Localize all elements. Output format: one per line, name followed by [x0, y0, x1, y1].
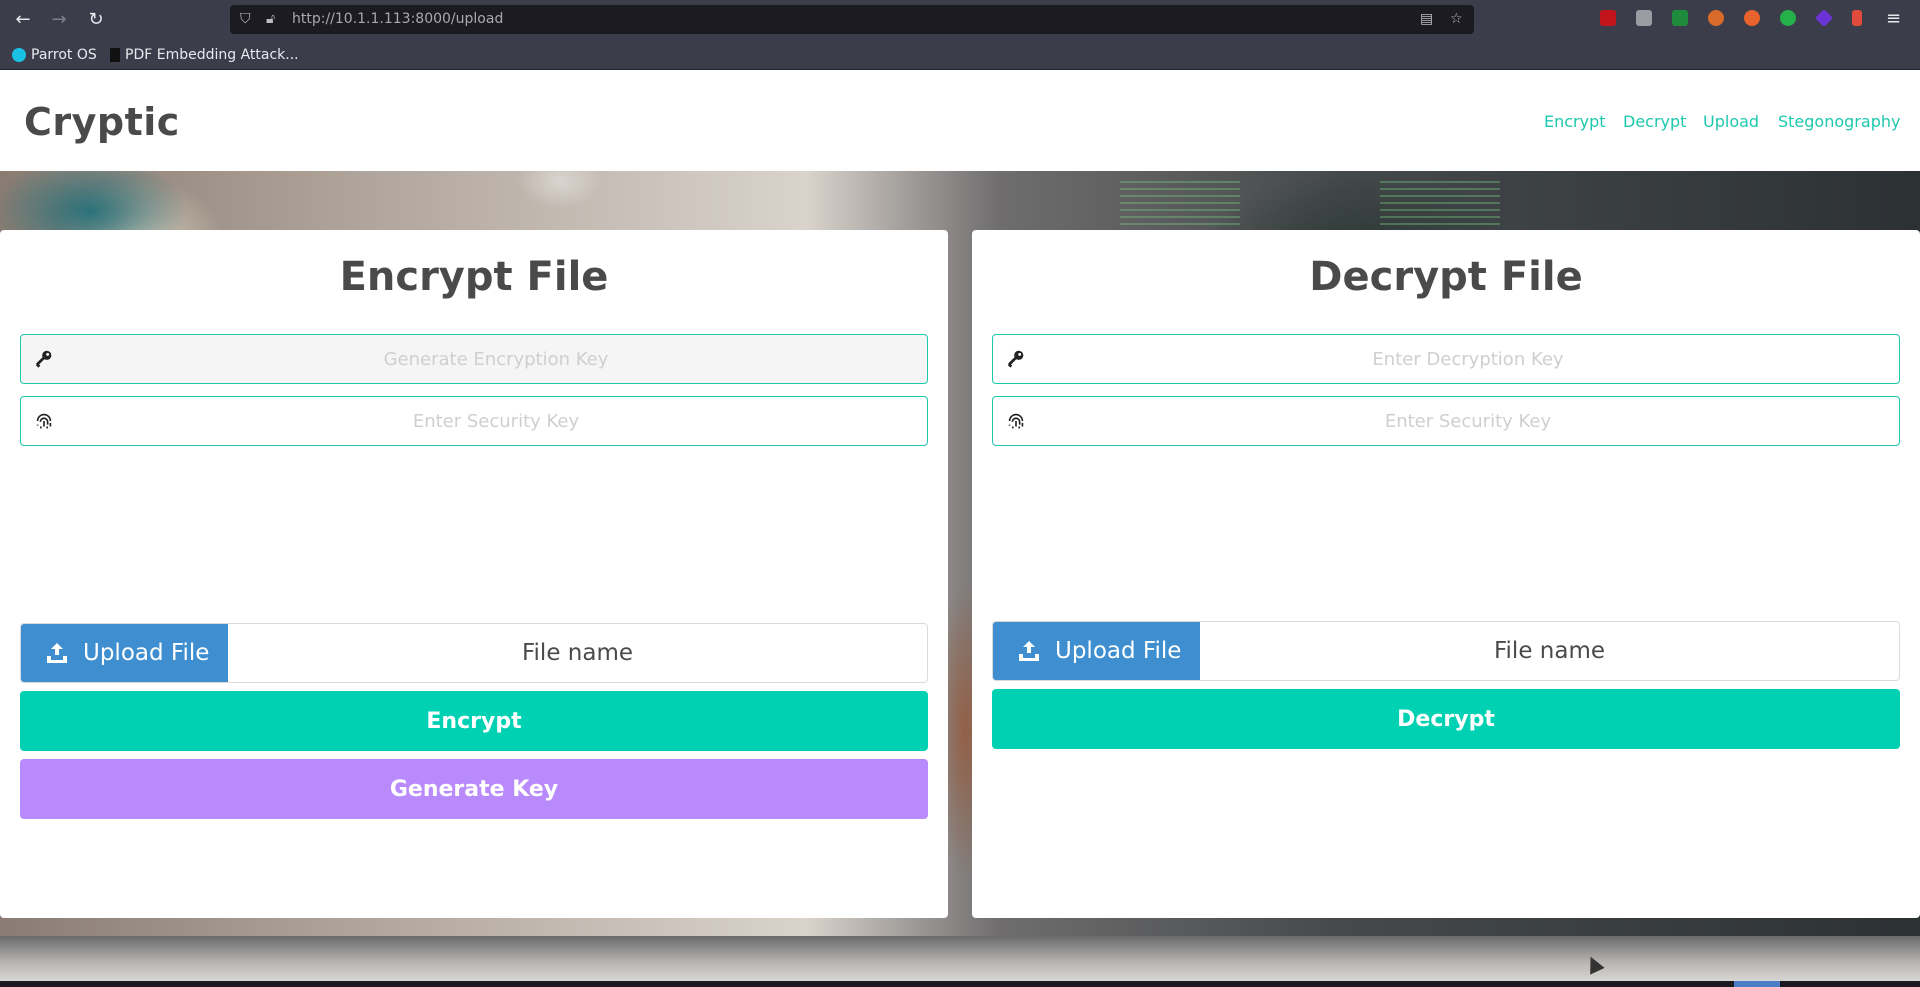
nav-link-stegonography[interactable]: Stegonography	[1778, 112, 1900, 131]
bookmark-parrot-os[interactable]: Parrot OS	[12, 46, 97, 64]
encrypt-card: Encrypt File Upload File File name Encry…	[0, 230, 948, 918]
security-key-input[interactable]	[1037, 397, 1899, 445]
check-ext-icon[interactable]	[1780, 10, 1796, 26]
fox-ext-icon[interactable]	[1744, 10, 1760, 26]
upload-label: Upload File	[1055, 638, 1182, 664]
ublock-icon[interactable]	[1600, 10, 1616, 26]
security-key-field[interactable]	[20, 396, 928, 446]
security-key-field[interactable]	[992, 396, 1900, 446]
security-key-input[interactable]	[65, 397, 927, 445]
hamburger-menu-icon[interactable]: ≡	[1886, 8, 1901, 30]
decrypt-file-upload[interactable]: Upload File File name	[992, 621, 1900, 681]
encrypt-button[interactable]: Encrypt	[20, 691, 928, 751]
cookie-ext-icon[interactable]	[1708, 10, 1724, 26]
keyboard-detail	[0, 936, 1920, 981]
bookmark-label: Parrot OS	[31, 47, 97, 63]
os-taskbar	[0, 981, 1920, 987]
bookmark-pdf-attack[interactable]: PDF Embedding Attack...	[110, 46, 299, 64]
back-arrow-icon[interactable]: ←	[11, 8, 35, 32]
reload-icon[interactable]: ↻	[84, 8, 108, 32]
decrypt-upload-button[interactable]: Upload File	[993, 622, 1200, 680]
bookmark-favicon-icon	[110, 48, 120, 62]
encrypt-file-upload[interactable]: Upload File File name	[20, 623, 928, 683]
shield-icon: ⛉	[240, 11, 251, 27]
encrypt-upload-button[interactable]: Upload File	[21, 624, 228, 682]
decrypt-title: Decrypt File	[1309, 254, 1583, 300]
forward-arrow-icon[interactable]: →	[47, 8, 71, 32]
taskbar-item[interactable]	[1734, 981, 1780, 987]
site-brand[interactable]: Cryptic	[24, 100, 180, 144]
site-navbar: Cryptic Encrypt Decrypt Upload Stegonogr…	[0, 70, 1920, 171]
encryption-key-field[interactable]	[20, 334, 928, 384]
w-ext-icon[interactable]	[1672, 10, 1688, 26]
decrypt-card: Decrypt File Upload File File name Decry…	[972, 230, 1920, 918]
generate-key-button[interactable]: Generate Key	[20, 759, 928, 819]
fingerprint-icon	[1005, 410, 1027, 432]
decryption-key-input[interactable]	[1037, 335, 1899, 383]
web-page: Cryptic Encrypt Decrypt Upload Stegonogr…	[0, 70, 1920, 981]
encrypt-file-name: File name	[521, 640, 634, 666]
fingerprint-icon	[33, 410, 55, 432]
upload-icon	[47, 643, 67, 663]
key-icon	[1005, 348, 1027, 370]
url-text[interactable]: http://10.1.1.113:8000/upload	[292, 11, 503, 28]
nav-link-upload[interactable]: Upload	[1703, 112, 1759, 131]
nav-link-encrypt[interactable]: Encrypt	[1544, 112, 1606, 131]
upload-label: Upload File	[83, 640, 210, 666]
decryption-key-field[interactable]	[992, 334, 1900, 384]
encryption-key-input[interactable]	[65, 335, 927, 383]
nav-link-decrypt[interactable]: Decrypt	[1623, 112, 1686, 131]
bars-ext-icon[interactable]	[1852, 10, 1862, 26]
parrot-logo-icon	[12, 48, 26, 62]
bookmark-label: PDF Embedding Attack...	[125, 47, 299, 63]
bookmark-star-icon[interactable]: ☆	[1450, 11, 1463, 27]
decrypt-button[interactable]: Decrypt	[992, 689, 1900, 749]
reader-view-icon[interactable]: ▤	[1420, 11, 1433, 27]
upload-icon	[1019, 641, 1039, 661]
cube-ext-icon[interactable]	[1814, 8, 1834, 28]
browser-toolbar: ← → ↻ ⛉ 🔓︎ http://10.1.1.113:8000/upload…	[0, 0, 1920, 39]
encrypt-title: Encrypt File	[339, 254, 609, 300]
s-ext-icon[interactable]	[1636, 10, 1652, 26]
url-bar[interactable]: ⛉ 🔓︎ http://10.1.1.113:8000/upload ▤ ☆	[230, 5, 1474, 34]
key-icon	[33, 348, 55, 370]
decrypt-file-name: File name	[1493, 638, 1606, 664]
bookmarks-bar: Parrot OS PDF Embedding Attack...	[0, 39, 1920, 70]
insecure-lock-icon: 🔓︎	[266, 11, 276, 27]
